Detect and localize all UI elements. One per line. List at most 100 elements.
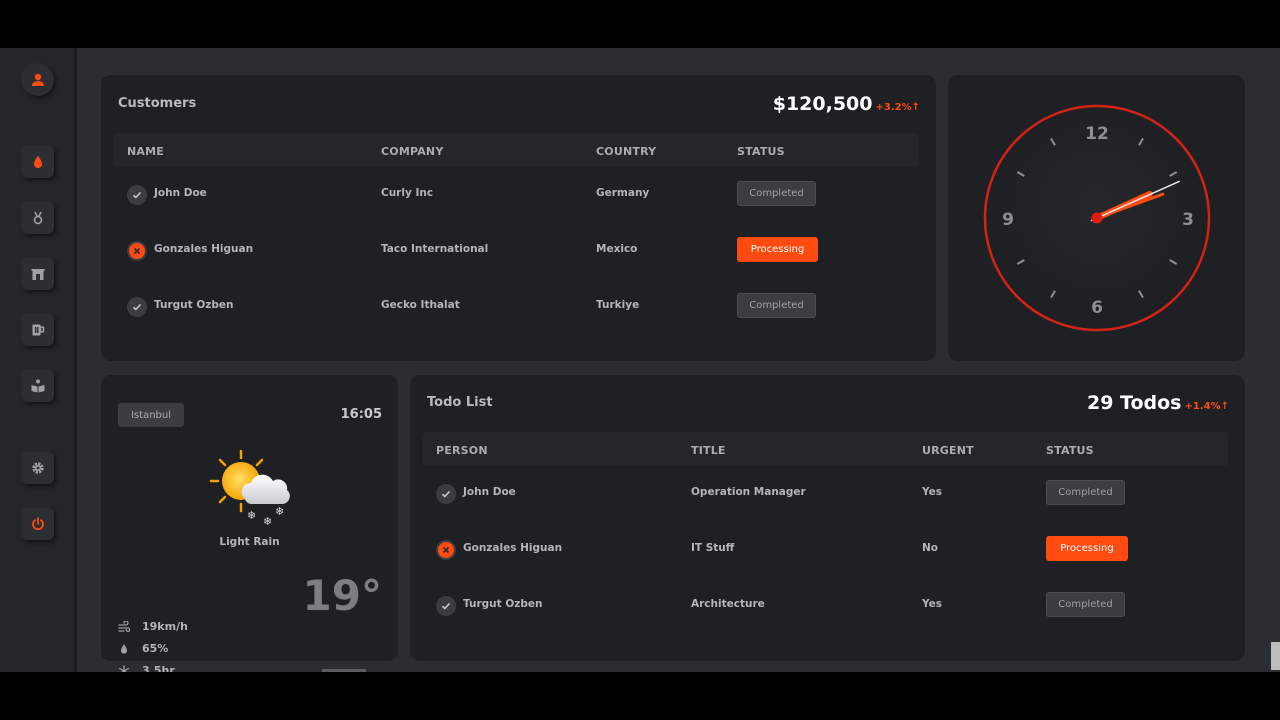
todo-delta-value: +1.4%	[1184, 401, 1221, 412]
completed-check-icon	[127, 297, 147, 317]
failed-x-icon	[436, 540, 456, 560]
user-icon	[32, 73, 44, 86]
status-badge: Completed	[737, 181, 816, 206]
table-row[interactable]: John Doe Curly Inc Germany Completed	[113, 175, 919, 215]
customers-card: Customers $120,500 +3.2%↑ NAME COMPANY CO…	[101, 75, 936, 361]
customer-country: Germany	[596, 187, 650, 199]
customers-delta-value: +3.2%	[875, 102, 912, 113]
customers-title: Customers	[118, 96, 197, 111]
mug-icon	[32, 324, 45, 336]
analog-clock: 12 3 6 9	[983, 104, 1211, 332]
humidity-stat: 65%	[118, 642, 168, 655]
completed-check-icon	[436, 484, 456, 504]
column-header: STATUS	[737, 145, 785, 158]
column-header: URGENT	[922, 444, 974, 457]
book-icon	[31, 379, 45, 393]
column-header: NAME	[127, 145, 164, 158]
building-icon	[31, 269, 45, 280]
weather-condition: Light Rain	[219, 536, 280, 548]
status-badge: Processing	[737, 237, 818, 262]
award-icon	[33, 211, 43, 225]
status-badge: Completed	[1046, 480, 1125, 505]
sidebar-item-building[interactable]	[22, 258, 54, 290]
dashboard-app: Customers $120,500 +3.2%↑ NAME COMPANY CO…	[0, 48, 1280, 672]
failed-x-icon	[127, 241, 147, 261]
temperature: 19°	[302, 571, 382, 620]
todo-count: 29 Todos +1.4%↑	[1087, 392, 1229, 414]
customer-company: Taco International	[381, 243, 489, 255]
drop-icon	[121, 643, 127, 654]
column-header: TITLE	[691, 444, 726, 457]
customers-total: $120,500 +3.2%↑	[773, 93, 920, 115]
clock-card: 12 3 6 9	[948, 75, 1245, 361]
table-row[interactable]: Gonzales Higuan Taco International Mexic…	[113, 231, 919, 271]
todo-count-value: 29 Todos	[1086, 392, 1182, 414]
table-row[interactable]: Turgut Ozben Architecture Yes Completed	[422, 586, 1228, 626]
gear-icon	[32, 462, 44, 474]
todo-urgent: Yes	[922, 598, 943, 610]
clock-center-pin	[1091, 212, 1103, 224]
wind-icon	[118, 620, 130, 632]
customer-name: Turgut Ozben	[154, 299, 234, 311]
todo-urgent: No	[922, 542, 939, 554]
completed-check-icon	[436, 596, 456, 616]
drop-icon	[34, 155, 42, 168]
svg-text:❄: ❄	[275, 505, 284, 518]
table-row[interactable]: John Doe Operation Manager Yes Completed	[422, 474, 1228, 514]
customer-country: Turkiye	[596, 299, 640, 311]
clock-number-12: 12	[1085, 124, 1109, 144]
sunshine-stat: 3.5hr	[118, 664, 175, 672]
todo-person: John Doe	[463, 486, 516, 498]
todo-person: Gonzales Higuan	[463, 542, 563, 554]
wind-stat: 19km/h	[118, 620, 188, 633]
svg-text:❄: ❄	[247, 509, 256, 522]
clock-number-9: 9	[1002, 210, 1014, 230]
todo-title: Operation Manager	[691, 486, 806, 498]
completed-check-icon	[127, 185, 147, 205]
todo-card: Todo List 29 Todos +1.4%↑ PERSON TITLE UR…	[410, 375, 1245, 661]
settings-button[interactable]	[22, 452, 54, 484]
sidebar-item-book[interactable]	[22, 370, 54, 402]
sidebar-item-mug[interactable]	[22, 314, 54, 346]
weather-card: Istanbul 16:05 ❄ ❄ ❄ Light Rain 19km/h 6…	[101, 375, 398, 672]
todo-person: Turgut Ozben	[463, 598, 543, 610]
clock-number-6: 6	[1091, 298, 1103, 318]
horizontal-scrollbar-thumb[interactable]	[322, 669, 366, 672]
todo-title: Todo List	[427, 395, 493, 410]
todo-title: Architecture	[691, 598, 765, 610]
status-badge: Completed	[737, 293, 816, 318]
status-badge: Processing	[1046, 536, 1128, 561]
customer-name: Gonzales Higuan	[154, 243, 254, 255]
column-header: STATUS	[1046, 444, 1094, 457]
todo-table-header: PERSON TITLE URGENT STATUS	[422, 432, 1228, 466]
customers-table-header: NAME COMPANY COUNTRY STATUS	[113, 133, 919, 167]
column-header: COMPANY	[381, 145, 444, 158]
sidebar-item-drop[interactable]	[22, 146, 54, 178]
customer-country: Mexico	[596, 243, 638, 255]
table-row[interactable]: Turgut Ozben Gecko Ithalat Turkiye Compl…	[113, 287, 919, 327]
customers-delta: +3.2%↑	[875, 102, 920, 113]
table-row[interactable]: Gonzales Higuan IT Stuff No Processing	[422, 530, 1228, 570]
wind-value: 19km/h	[142, 620, 188, 633]
todo-delta: +1.4%↑	[1184, 401, 1229, 412]
clock-number-3: 3	[1182, 210, 1194, 230]
weather-time: 16:05	[340, 407, 382, 422]
column-header: PERSON	[436, 444, 488, 457]
svg-text:❄: ❄	[263, 515, 272, 528]
scrollbar-thumb[interactable]	[1271, 642, 1280, 670]
profile-button[interactable]	[22, 64, 54, 96]
customer-company: Curly Inc	[381, 187, 434, 199]
customer-name: John Doe	[154, 187, 207, 199]
sidebar-item-award[interactable]	[22, 202, 54, 234]
customers-total-value: $120,500	[772, 93, 873, 115]
sidebar	[0, 48, 77, 672]
city-button[interactable]: Istanbul	[118, 403, 184, 427]
humidity-value: 65%	[142, 642, 169, 655]
snowflake-icon	[119, 664, 129, 672]
todo-urgent: Yes	[922, 486, 943, 498]
todo-title: IT Stuff	[691, 542, 735, 554]
column-header: COUNTRY	[596, 145, 657, 158]
power-icon	[32, 517, 44, 531]
power-button[interactable]	[22, 508, 54, 540]
customer-company: Gecko Ithalat	[381, 299, 460, 311]
